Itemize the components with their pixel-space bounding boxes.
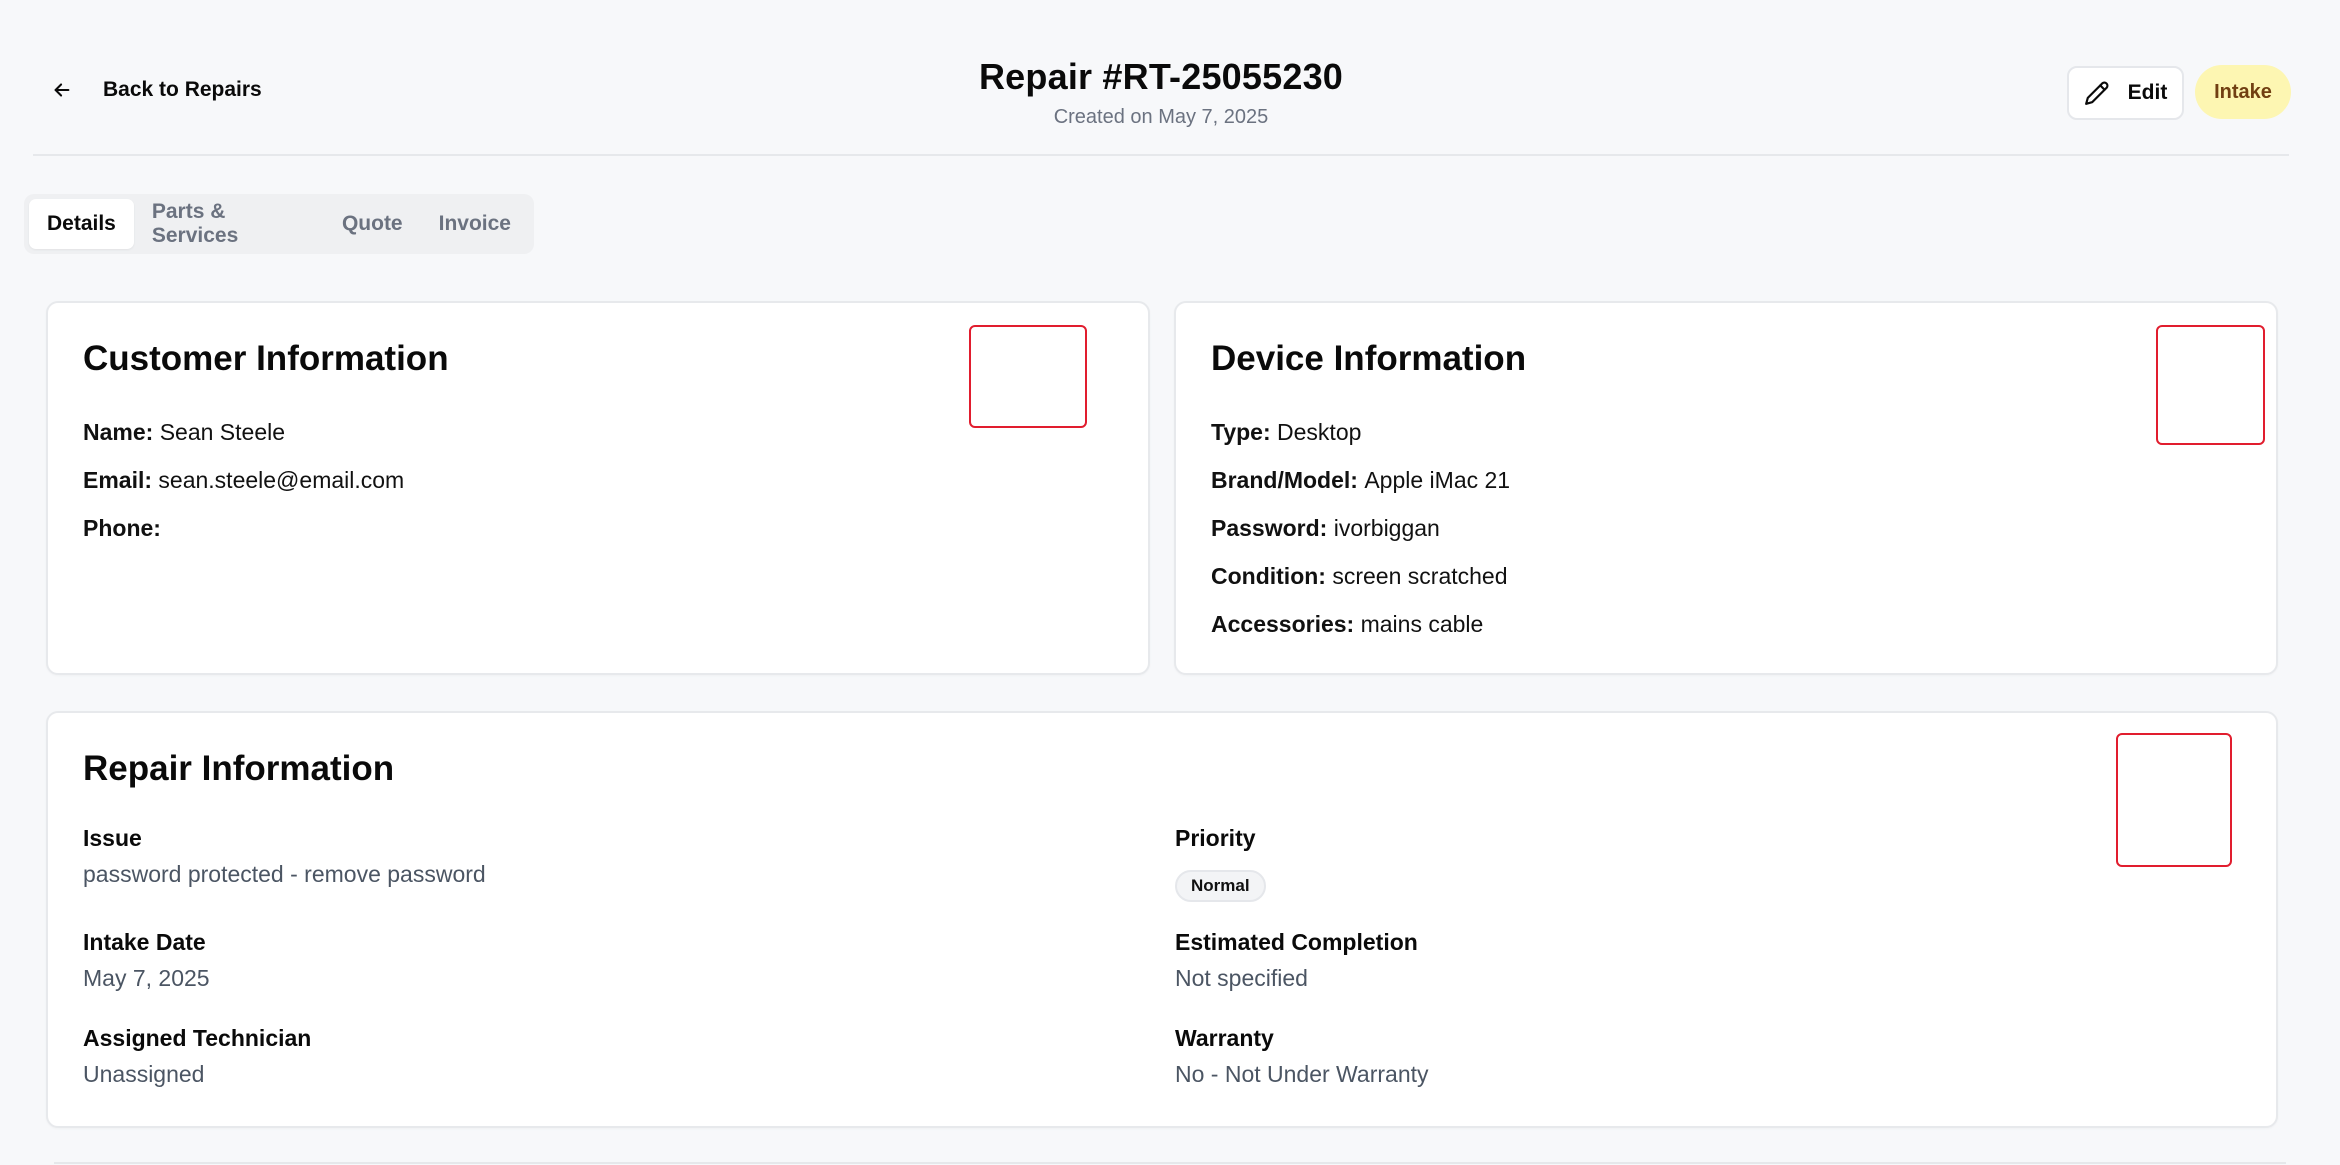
edit-button[interactable]: Edit — [2067, 66, 2184, 120]
page-header: Back to Repairs Repair #RT-25055230 Crea… — [33, 0, 2291, 156]
tab-invoice[interactable]: Invoice — [421, 199, 529, 249]
technician-label: Assigned Technician — [83, 1025, 312, 1051]
device-password-row: Password: ivorbiggan — [1211, 515, 1440, 542]
tab-parts-services[interactable]: Parts & Services — [134, 199, 324, 249]
device-accessories-label: Accessories: — [1211, 611, 1361, 637]
customer-name-label: Name: — [83, 419, 160, 445]
device-brand-value: Apple iMac 21 — [1364, 467, 1511, 493]
estimated-completion-value: Not specified — [1175, 965, 1308, 991]
repair-info-card: Repair Information Issue password protec… — [46, 711, 2278, 1128]
priority-badge: Normal — [1175, 870, 1266, 902]
device-type-row: Type: Desktop — [1211, 419, 1361, 446]
device-info-card: Device Information Type: Desktop Brand/M… — [1174, 301, 2278, 675]
tab-list: Details Parts & Services Quote Invoice — [24, 194, 534, 254]
created-date: Created on May 7, 2025 — [1053, 106, 1269, 128]
device-brand-label: Brand/Model: — [1211, 467, 1365, 493]
customer-email-row: Email: sean.steele@email.com — [83, 467, 404, 494]
status-badge: Intake — [2195, 65, 2291, 119]
device-condition-row: Condition: screen scratched — [1211, 563, 1508, 590]
intake-date-label: Intake Date — [83, 929, 206, 955]
repair-card-title: Repair Information — [83, 749, 395, 788]
pencil-icon — [2084, 81, 2109, 105]
edit-button-label: Edit — [2127, 81, 2168, 104]
customer-name-row: Name: Sean Steele — [83, 419, 285, 446]
repair-detail-page: Back to Repairs Repair #RT-25055230 Crea… — [0, 0, 2340, 1165]
next-section-edge — [54, 1162, 2286, 1164]
device-card-action-placeholder[interactable] — [2156, 325, 2265, 445]
priority-label: Priority — [1175, 825, 1256, 851]
customer-name-value: Sean Steele — [159, 419, 286, 445]
device-type-value: Desktop — [1277, 419, 1362, 445]
repair-card-action-placeholder[interactable] — [2116, 733, 2232, 867]
page-title: Repair #RT-25055230 — [978, 56, 1344, 97]
customer-phone-row: Phone: — [83, 515, 161, 542]
customer-email-label: Email: — [83, 467, 159, 493]
device-accessories-value: mains cable — [1360, 611, 1484, 637]
title-block: Repair #RT-25055230 Created on May 7, 20… — [33, 56, 2289, 129]
device-brand-row: Brand/Model: Apple iMac 21 — [1211, 467, 1510, 494]
device-password-label: Password: — [1211, 515, 1334, 541]
customer-info-card: Customer Information Name: Sean Steele E… — [46, 301, 1150, 675]
warranty-value: No - Not Under Warranty — [1175, 1061, 1429, 1087]
tab-quote[interactable]: Quote — [324, 199, 421, 249]
device-password-value: ivorbiggan — [1333, 515, 1440, 541]
customer-email-value: sean.steele@email.com — [158, 467, 405, 493]
device-condition-label: Condition: — [1211, 563, 1333, 589]
estimated-completion-label: Estimated Completion — [1175, 929, 1418, 955]
warranty-label: Warranty — [1175, 1025, 1274, 1051]
intake-date-value: May 7, 2025 — [83, 965, 210, 991]
issue-value: password protected - remove password — [83, 861, 486, 887]
issue-label: Issue — [83, 825, 142, 851]
customer-phone-label: Phone: — [83, 515, 161, 541]
device-accessories-row: Accessories: mains cable — [1211, 611, 1483, 638]
device-condition-value: screen scratched — [1332, 563, 1508, 589]
tab-details[interactable]: Details — [29, 199, 134, 249]
device-card-title: Device Information — [1211, 339, 1527, 378]
device-type-label: Type: — [1211, 419, 1278, 445]
customer-card-title: Customer Information — [83, 339, 449, 378]
technician-value: Unassigned — [83, 1061, 205, 1087]
customer-card-action-placeholder[interactable] — [969, 325, 1087, 428]
